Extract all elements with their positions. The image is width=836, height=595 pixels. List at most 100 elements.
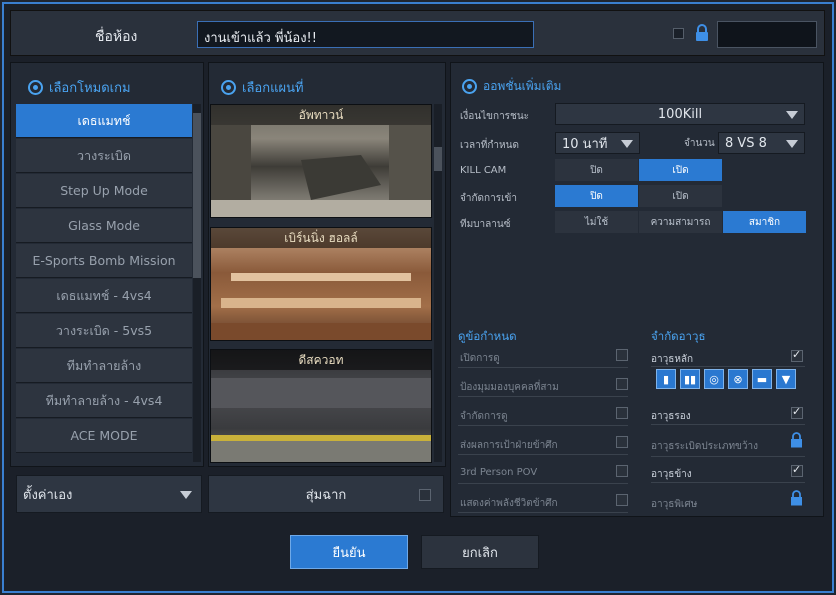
rule-label: ส่งผลการเป้าฝ่ายข้าศึก xyxy=(460,440,558,451)
entry-limit-on-button[interactable]: เปิด xyxy=(639,185,722,207)
divider xyxy=(651,366,805,367)
mode-item[interactable]: เดธแมทช์ xyxy=(16,104,192,138)
mode-item[interactable]: ทีมทำลายล้าง - 4vs4 xyxy=(16,384,192,418)
mode-scroll-thumb[interactable] xyxy=(193,113,201,278)
divider xyxy=(651,456,805,457)
win-condition-dropdown[interactable]: 100Kill xyxy=(555,103,805,125)
mode-section-title: เลือกโหมดเกม xyxy=(49,81,131,96)
mode-item[interactable]: เดธแมทช์ - 4vs4 xyxy=(16,279,192,313)
password-checkbox[interactable] xyxy=(673,28,684,39)
rule-checkbox[interactable] xyxy=(616,436,628,448)
secondary-weapon-checkbox[interactable] xyxy=(791,405,803,419)
divider xyxy=(458,396,628,397)
target-icon xyxy=(221,80,236,95)
win-condition-value: 100Kill xyxy=(657,106,703,122)
divider xyxy=(651,424,805,425)
balance-none-button[interactable]: ไม่ใช้ xyxy=(555,211,638,233)
mode-item[interactable]: วางระเบิด xyxy=(16,139,192,173)
mode-item[interactable]: วางระเบิด - 5vs5 xyxy=(16,314,192,348)
time-limit-value: 10 นาที xyxy=(562,136,608,152)
melee-weapon-label: อาวุธข้าง xyxy=(651,469,692,480)
chevron-down-icon xyxy=(786,111,798,119)
rules-section-title: ดูข้อกำหนด xyxy=(458,329,517,343)
shield-icon[interactable]: ▼ xyxy=(776,369,796,389)
chevron-down-icon xyxy=(180,491,192,499)
time-limit-dropdown[interactable]: 10 นาที xyxy=(555,132,640,154)
rule-label: 3rd Person POV xyxy=(460,467,538,478)
divider xyxy=(458,512,628,513)
mode-section-header: เลือกโหมดเกม xyxy=(28,77,131,98)
map-section-title: เลือกแผนที่ xyxy=(242,81,304,96)
rule-checkbox[interactable] xyxy=(616,494,628,506)
rule-checkbox[interactable] xyxy=(616,349,628,361)
divider xyxy=(458,367,628,368)
confirm-button[interactable]: ยืนยัน xyxy=(290,535,408,569)
random-map-bar[interactable]: สุ่มฉาก xyxy=(208,475,444,513)
weapons-section-title: จำกัดอาวุธ xyxy=(651,329,706,343)
mode-item[interactable]: ACE MODE xyxy=(16,419,192,453)
divider xyxy=(458,425,628,426)
chevron-down-icon xyxy=(786,140,798,148)
crosshair-icon[interactable]: ⊗ xyxy=(728,369,748,389)
custom-settings-dropdown[interactable]: ตั้งค่าเอง xyxy=(16,475,202,513)
mode-item[interactable]: ทีมทำลายล้าง xyxy=(16,349,192,383)
divider xyxy=(458,454,628,455)
player-count-label: จำนวน xyxy=(684,138,715,149)
options-section-header: ออพชั่นเพิ่มเติม xyxy=(462,77,561,96)
player-count-value: 8 VS 8 xyxy=(725,135,767,151)
map-scroll-thumb[interactable] xyxy=(434,147,442,171)
special-weapon-label: อาวุธพิเศษ xyxy=(651,499,698,510)
sniper-icon[interactable]: ▮ xyxy=(656,369,676,389)
random-map-label: สุ่มฉาก xyxy=(305,487,347,503)
grenade-weapon-label: อาวุธระเบิดประเภทขว้าง xyxy=(651,441,758,452)
time-limit-label: เวลาที่กำหนด xyxy=(460,140,519,151)
primary-weapon-checkbox[interactable] xyxy=(791,348,803,362)
entry-limit-off-button[interactable]: ปิด xyxy=(555,185,638,207)
target-icon xyxy=(28,80,43,95)
shotgun-icon[interactable]: ▬ xyxy=(752,369,772,389)
mode-item[interactable]: Glass Mode xyxy=(16,209,192,243)
map-name-label: อัพทาวน์ xyxy=(211,105,431,125)
player-count-dropdown[interactable]: 8 VS 8 xyxy=(718,132,805,154)
map-card-uptown[interactable]: อัพทาวน์ xyxy=(210,104,432,218)
killcam-off-button[interactable]: ปิด xyxy=(555,159,638,181)
balance-skill-button[interactable]: ความสามารถ xyxy=(639,211,722,233)
secondary-weapon-label: อาวุธรอง xyxy=(651,411,691,422)
divider xyxy=(651,482,805,483)
room-title-bar: ชื่อห้อง งานเข้าแล้ว พี่น้อง!! xyxy=(10,10,825,56)
rule-checkbox[interactable] xyxy=(616,465,628,477)
rule-label: เปิดการดู xyxy=(460,353,500,364)
mode-item[interactable]: E-Sports Bomb Mission xyxy=(16,244,192,278)
custom-settings-label: ตั้งค่าเอง xyxy=(23,487,73,503)
mode-item[interactable]: Step Up Mode xyxy=(16,174,192,208)
map-name-label: ดีสควอท xyxy=(211,350,431,370)
options-section-title: ออพชั่นเพิ่มเติม xyxy=(483,79,562,93)
rule-checkbox[interactable] xyxy=(616,407,628,419)
win-condition-label: เงื่อนไขการชนะ xyxy=(460,111,530,122)
entry-limit-label: จำกัดการเข้า xyxy=(460,193,517,204)
killcam-label: KILL CAM xyxy=(460,165,507,176)
rule-label: ป้องมุมมองบุคคลที่สาม xyxy=(460,382,559,393)
random-map-checkbox[interactable] xyxy=(419,489,431,501)
target-icon xyxy=(462,79,477,94)
padlock-icon xyxy=(791,490,802,506)
room-name-label: ชื่อห้อง xyxy=(95,29,138,45)
rule-checkbox[interactable] xyxy=(616,378,628,390)
map-name-label: เบิร์นนิ่ง ฮอลล์ xyxy=(211,228,431,248)
primary-weapon-label: อาวุธหลัก xyxy=(651,354,694,365)
room-name-input[interactable]: งานเข้าแล้ว พี่น้อง!! xyxy=(197,21,534,48)
cancel-button[interactable]: ยกเลิก xyxy=(421,535,539,569)
team-balance-label: ทีมบาลานซ์ xyxy=(460,219,511,230)
killcam-on-button[interactable]: เปิด xyxy=(639,159,722,181)
balance-member-button[interactable]: สมาชิก xyxy=(723,211,806,233)
melee-weapon-checkbox[interactable] xyxy=(791,463,803,477)
map-card-subway[interactable]: ดีสควอท xyxy=(210,349,432,463)
rule-label: จำกัดการดู xyxy=(460,411,508,422)
password-input[interactable] xyxy=(717,21,817,48)
map-card-burning-hall[interactable]: เบิร์นนิ่ง ฮอลล์ xyxy=(210,227,432,341)
target-icon[interactable]: ◎ xyxy=(704,369,724,389)
divider xyxy=(458,483,628,484)
rule-label: แสดงค่าพลังชีวิตข้าศึก xyxy=(460,498,558,509)
ammo-icon[interactable]: ▮▮ xyxy=(680,369,700,389)
chevron-down-icon xyxy=(621,140,633,148)
